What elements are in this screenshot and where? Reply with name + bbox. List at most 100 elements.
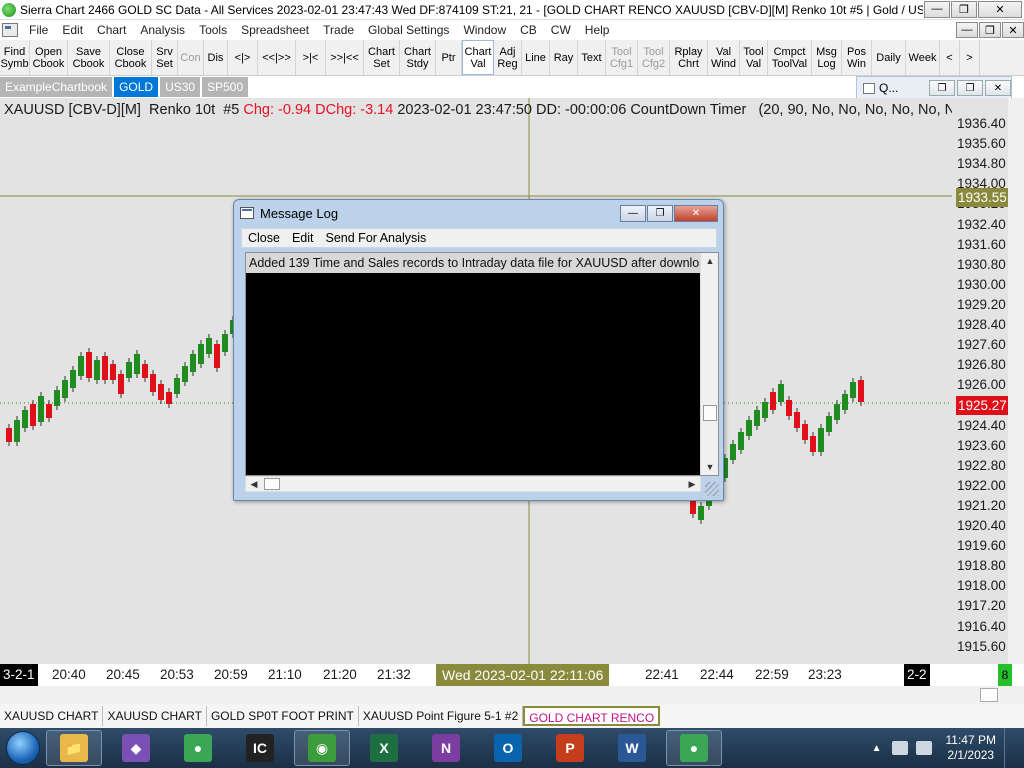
menu-help[interactable]: Help [578,23,617,37]
taskbar-app-ic-markets[interactable]: IC [232,730,288,766]
message-log-menu-close[interactable]: Close [242,231,286,245]
toolbar-button-ray[interactable]: Ray [550,40,578,75]
mini-close-button[interactable]: ✕ [985,80,1011,96]
toolbar-button-open-cbook[interactable]: Open Cbook [30,40,68,75]
chartbook-tab-gold[interactable]: GOLD [114,77,159,97]
network-icon[interactable] [915,741,932,755]
taskbar-app-chrome-badge[interactable]: ● [666,730,722,766]
toolbar-button-find-symb[interactable]: Find Symb [0,40,30,75]
menu-trade[interactable]: Trade [316,23,361,37]
toolbar-button-tool-cfg1[interactable]: Tool Cfg1 [606,40,638,75]
menu-edit[interactable]: Edit [55,23,90,37]
scroll-up-arrow-icon[interactable]: ▲ [701,253,719,269]
toolbar-button-week[interactable]: Week [906,40,940,75]
menu-global-settings[interactable]: Global Settings [361,23,456,37]
toolbar-button-xxx[interactable]: <|> [228,40,258,75]
chart-scroll-thumb[interactable] [980,688,998,702]
toolbar-button-msg-log[interactable]: Msg Log [812,40,842,75]
message-log-text-area[interactable]: Added 139 Time and Sales records to Intr… [245,252,719,476]
start-button[interactable] [6,731,40,765]
toolbar-button-rplay-chrt[interactable]: Rplay Chrt [670,40,708,75]
menu-window[interactable]: Window [456,23,513,37]
mdi-minimize-button[interactable]: — [956,22,978,38]
toolbar-button-adj-reg[interactable]: Adj Reg [494,40,522,75]
toolbar-button-pos-win[interactable]: Pos Win [842,40,872,75]
mini-restore-button[interactable]: ❐ [929,80,955,96]
message-log-titlebar[interactable]: Message Log — ❐ ✕ [234,200,723,226]
message-log-menu-edit[interactable]: Edit [286,231,320,245]
message-log-horizontal-scrollbar[interactable]: ◀ ▶ [245,476,701,492]
mdi-window-icon[interactable] [2,23,18,37]
toolbar-button-val-wind[interactable]: Val Wind [708,40,740,75]
mdi-restore-button[interactable]: ❐ [979,22,1001,38]
menu-cw[interactable]: CW [544,23,578,37]
chart-tab-xauusd-1[interactable]: XAUUSD CHART [0,706,104,726]
resize-grip-icon[interactable] [705,482,719,496]
taskbar-app-chrome[interactable]: ● [170,730,226,766]
menu-file[interactable]: File [22,23,55,37]
taskbar-app-excel[interactable]: X [356,730,412,766]
taskbar-app-outlook[interactable]: O [480,730,536,766]
maximize-button[interactable]: ❐ [951,0,977,18]
taskbar-app-word[interactable]: W [604,730,660,766]
volume-icon[interactable] [891,741,908,755]
minimize-button[interactable]: — [924,0,950,18]
message-log-vertical-scrollbar[interactable]: ▲ ▼ [700,253,718,475]
toolbar-button-cmpct-toolval[interactable]: Cmpct ToolVal [768,40,812,75]
chart-tab-xauusd-2[interactable]: XAUUSD CHART [103,706,207,726]
toolbar-button-srv-set[interactable]: Srv Set [152,40,178,75]
toolbar-button-line[interactable]: Line [522,40,550,75]
chart-tab-gold-renco[interactable]: GOLD CHART RENCO [523,706,661,726]
price-scrollbar[interactable] [1008,98,1024,664]
toolbar-button-xxxxx[interactable]: <<|>> [258,40,296,75]
taskbar-app-powerpoint[interactable]: P [542,730,598,766]
chartbook-tab-sp500[interactable]: SP500 [202,77,249,97]
message-log-hscroll-thumb[interactable] [264,478,280,490]
toolbar-button-chart-val[interactable]: Chart Val [462,40,494,75]
toolbar-button-x[interactable]: < [940,40,960,75]
toolbar-button-con[interactable]: Con [178,40,204,75]
mini-window[interactable]: Q... ❐ ❐ ✕ [856,76,1012,100]
toolbar-button-chart-stdy[interactable]: Chart Stdy [400,40,436,75]
message-log-maximize-button[interactable]: ❐ [647,204,673,222]
toolbar-button-dis[interactable]: Dis [204,40,228,75]
chart-tab-gold-spot-footprint[interactable]: GOLD SP0T FOOT PRINT [207,706,359,726]
menu-analysis[interactable]: Analysis [133,23,192,37]
toolbar-button-ptr[interactable]: Ptr [436,40,462,75]
toolbar-button-daily[interactable]: Daily [872,40,906,75]
toolbar-button-tool-val[interactable]: Tool Val [740,40,768,75]
toolbar-button-xxxxx[interactable]: >>|<< [326,40,364,75]
scroll-down-arrow-icon[interactable]: ▼ [701,459,719,475]
scroll-right-arrow-icon[interactable]: ▶ [684,477,700,491]
taskbar-app-sierra-chart[interactable]: ◉ [294,730,350,766]
chartbook-tab-example[interactable]: ExampleChartbook [0,77,113,97]
taskbar-app-visual-studio[interactable]: ◆ [108,730,164,766]
tray-expand-icon[interactable]: ▲ [872,743,882,754]
menu-chart[interactable]: Chart [90,23,133,37]
message-log-vscroll-thumb[interactable] [703,405,717,421]
message-log-minimize-button[interactable]: — [620,204,646,222]
toolbar-button-text[interactable]: Text [578,40,606,75]
menu-cb[interactable]: CB [513,23,544,37]
show-desktop-button[interactable] [1004,728,1016,768]
toolbar-button-save-cbook[interactable]: Save Cbook [68,40,110,75]
toolbar-button-close-cbook[interactable]: Close Cbook [110,40,152,75]
mini-maximize-button[interactable]: ❐ [957,80,983,96]
chart-horizontal-scrollbar[interactable] [0,686,1024,704]
toolbar-button-tool-cfg2[interactable]: Tool Cfg2 [638,40,670,75]
close-button[interactable]: ✕ [978,0,1022,18]
message-log-menu-send[interactable]: Send For Analysis [320,231,433,245]
scroll-left-arrow-icon[interactable]: ◀ [246,477,262,491]
toolbar-button-chart-set[interactable]: Chart Set [364,40,400,75]
toolbar-button-x[interactable]: > [960,40,980,75]
chart-tab-point-figure[interactable]: XAUUSD Point Figure 5-1 #2 [359,706,524,726]
taskbar-app-onenote[interactable]: N [418,730,474,766]
message-log-close-button[interactable]: ✕ [674,204,718,222]
mdi-close-button[interactable]: ✕ [1002,22,1024,38]
taskbar-app-file-explorer[interactable]: 📁 [46,730,102,766]
menu-tools[interactable]: Tools [192,23,234,37]
clock[interactable]: 11:47 PM 2/1/2023 [946,733,996,763]
toolbar-button-xxx[interactable]: >|< [296,40,326,75]
menu-spreadsheet[interactable]: Spreadsheet [234,23,316,37]
chartbook-tab-us30[interactable]: US30 [160,77,201,97]
